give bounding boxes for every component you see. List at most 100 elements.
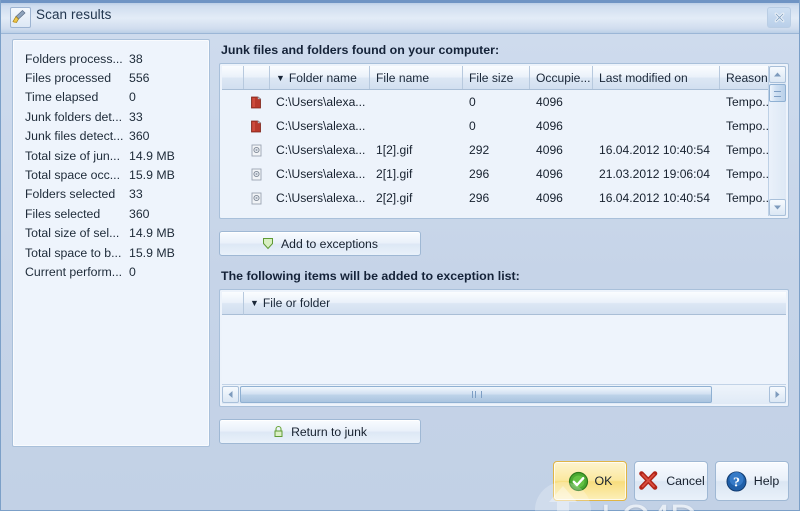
button-label: Add to exceptions xyxy=(281,236,378,251)
shield-icon xyxy=(262,237,274,250)
column-header-occupied[interactable]: Occupie... xyxy=(530,66,593,89)
stat-value: 0 xyxy=(129,264,136,279)
stat-label: Folders selected xyxy=(25,187,116,202)
column-header-label: Last modified on xyxy=(599,70,688,85)
stat-label: Total space to b... xyxy=(25,245,122,260)
dialog-action-bar: OK Cancel ? Help xyxy=(553,461,789,501)
cell-last-modified: 16.04.2012 10:40:54 xyxy=(599,191,710,205)
scroll-down-icon[interactable] xyxy=(769,199,786,216)
window-title: Scan results xyxy=(36,7,112,22)
add-to-exceptions-button[interactable]: Add to exceptions xyxy=(219,231,421,256)
button-label: Return to junk xyxy=(291,424,367,439)
stat-value: 0 xyxy=(129,90,136,105)
cell-file-size: 0 xyxy=(469,95,476,109)
column-header-label: Folder name xyxy=(288,70,357,85)
exceptions-list: ▼ File or folder xyxy=(219,289,789,407)
column-header-label: Occupie... xyxy=(536,70,591,85)
stat-value: 556 xyxy=(129,71,150,86)
column-header-checkbox[interactable] xyxy=(222,66,244,89)
table-row[interactable]: C:\Users\alexa... 0 4096 Tempo... xyxy=(222,90,768,114)
scroll-right-icon[interactable] xyxy=(769,386,786,403)
column-header-file-name[interactable]: File name xyxy=(370,66,463,89)
junk-heading: Junk files and folders found on your com… xyxy=(221,43,500,57)
stat-row: Time elapsed 0 xyxy=(13,88,209,107)
horizontal-scroll-thumb[interactable] xyxy=(240,386,712,403)
button-label: Cancel xyxy=(666,474,705,488)
window-body: Folders process... 38 Files processed 55… xyxy=(1,34,799,511)
ok-button[interactable]: OK xyxy=(553,461,627,501)
cell-occupied: 4096 xyxy=(536,143,563,157)
scroll-left-icon[interactable] xyxy=(222,386,239,403)
junk-files-table: ▼ Folder name File name File size Occupi… xyxy=(219,63,789,219)
cell-reason: Tempo... xyxy=(726,191,768,205)
stat-label: Total size of sel... xyxy=(25,226,120,241)
column-header-file-size[interactable]: File size xyxy=(463,66,530,89)
scan-results-window: Scan results Folders process... 38 Files… xyxy=(0,0,800,511)
column-header-file-or-folder[interactable]: ▼ File or folder xyxy=(244,292,786,315)
question-circle-icon: ? xyxy=(725,470,748,493)
column-header-reason[interactable]: Reason xyxy=(720,66,768,89)
column-header-last-modified[interactable]: Last modified on xyxy=(593,66,720,89)
sort-caret-icon: ▼ xyxy=(250,298,259,308)
table-row[interactable]: C:\Users\alexa... 0 4096 Tempo... xyxy=(222,114,768,138)
cell-file-name: 2[2].gif xyxy=(376,191,413,205)
cell-folder-name: C:\Users\alexa... xyxy=(276,191,366,205)
exceptions-heading: The following items will be added to exc… xyxy=(221,269,520,283)
column-header-checkbox[interactable] xyxy=(222,292,244,315)
stat-row: Files processed 556 xyxy=(13,68,209,87)
exceptions-list-body[interactable] xyxy=(222,315,786,384)
junk-table-viewport: ▼ Folder name File name File size Occupi… xyxy=(222,66,768,216)
cell-occupied: 4096 xyxy=(536,95,563,109)
watermark-suffix: .com xyxy=(696,505,758,511)
check-circle-icon xyxy=(568,471,589,492)
cell-last-modified: 21.03.2012 19:06:04 xyxy=(599,167,710,181)
return-to-junk-button[interactable]: Return to junk xyxy=(219,419,421,444)
cell-occupied: 4096 xyxy=(536,191,563,205)
stat-label: Junk folders det... xyxy=(25,109,123,124)
junk-table-vertical-scrollbar[interactable] xyxy=(768,66,786,216)
column-header-label: File size xyxy=(469,70,514,85)
stat-row: Junk folders det... 33 xyxy=(13,107,209,126)
file-icon xyxy=(244,166,270,183)
stat-label: Junk files detect... xyxy=(25,129,124,144)
cell-reason: Tempo... xyxy=(726,143,768,157)
cell-file-size: 296 xyxy=(469,167,490,181)
button-label: OK xyxy=(594,474,613,488)
table-row[interactable]: C:\Users\alexa... 2[1].gif 296 4096 21.0… xyxy=(222,162,768,186)
cell-reason: Tempo... xyxy=(726,167,768,181)
cell-file-size: 296 xyxy=(469,191,490,205)
cell-file-name: 1[2].gif xyxy=(376,143,413,157)
stat-label: Files selected xyxy=(25,206,101,221)
table-row[interactable]: C:\Users\alexa... 1[2].gif 292 4096 16.0… xyxy=(222,138,768,162)
stat-label: Current perform... xyxy=(25,264,123,279)
stat-value: 14.9 MB xyxy=(129,226,175,241)
vertical-scroll-thumb[interactable] xyxy=(769,84,786,102)
cell-folder-name: C:\Users\alexa... xyxy=(276,167,366,181)
cell-file-size: 0 xyxy=(469,119,476,133)
right-column: Junk files and folders found on your com… xyxy=(219,34,789,444)
stat-label: Files processed xyxy=(25,71,112,86)
column-header-folder-name[interactable]: ▼ Folder name xyxy=(270,66,370,89)
stat-row: Junk files detect... 360 xyxy=(13,127,209,146)
stat-row: Total space occ... 15.9 MB xyxy=(13,165,209,184)
exceptions-horizontal-scrollbar[interactable] xyxy=(222,384,786,404)
table-row[interactable]: C:\Users\alexa... 2[2].gif 296 4096 16.0… xyxy=(222,186,768,210)
stat-label: Folders process... xyxy=(25,51,123,66)
stat-value: 33 xyxy=(129,109,143,124)
cell-file-size: 292 xyxy=(469,143,490,157)
scroll-up-icon[interactable] xyxy=(769,66,786,83)
stat-value: 360 xyxy=(129,206,150,221)
file-icon xyxy=(244,142,270,159)
stat-value: 38 xyxy=(129,51,143,66)
close-icon[interactable] xyxy=(767,7,791,28)
column-header-label: File or folder xyxy=(262,296,331,310)
help-button[interactable]: ? Help xyxy=(715,461,789,501)
cell-occupied: 4096 xyxy=(536,119,563,133)
junk-table-body: C:\Users\alexa... 0 4096 Tempo... C:\Use… xyxy=(222,90,768,216)
table-row-partial[interactable] xyxy=(222,210,768,216)
stat-row: Total space to b... 15.9 MB xyxy=(13,243,209,262)
statistics-panel: Folders process... 38 Files processed 55… xyxy=(12,39,210,447)
column-header-icon[interactable] xyxy=(244,66,270,89)
cancel-button[interactable]: Cancel xyxy=(634,461,708,501)
stat-value: 14.9 MB xyxy=(129,148,175,163)
